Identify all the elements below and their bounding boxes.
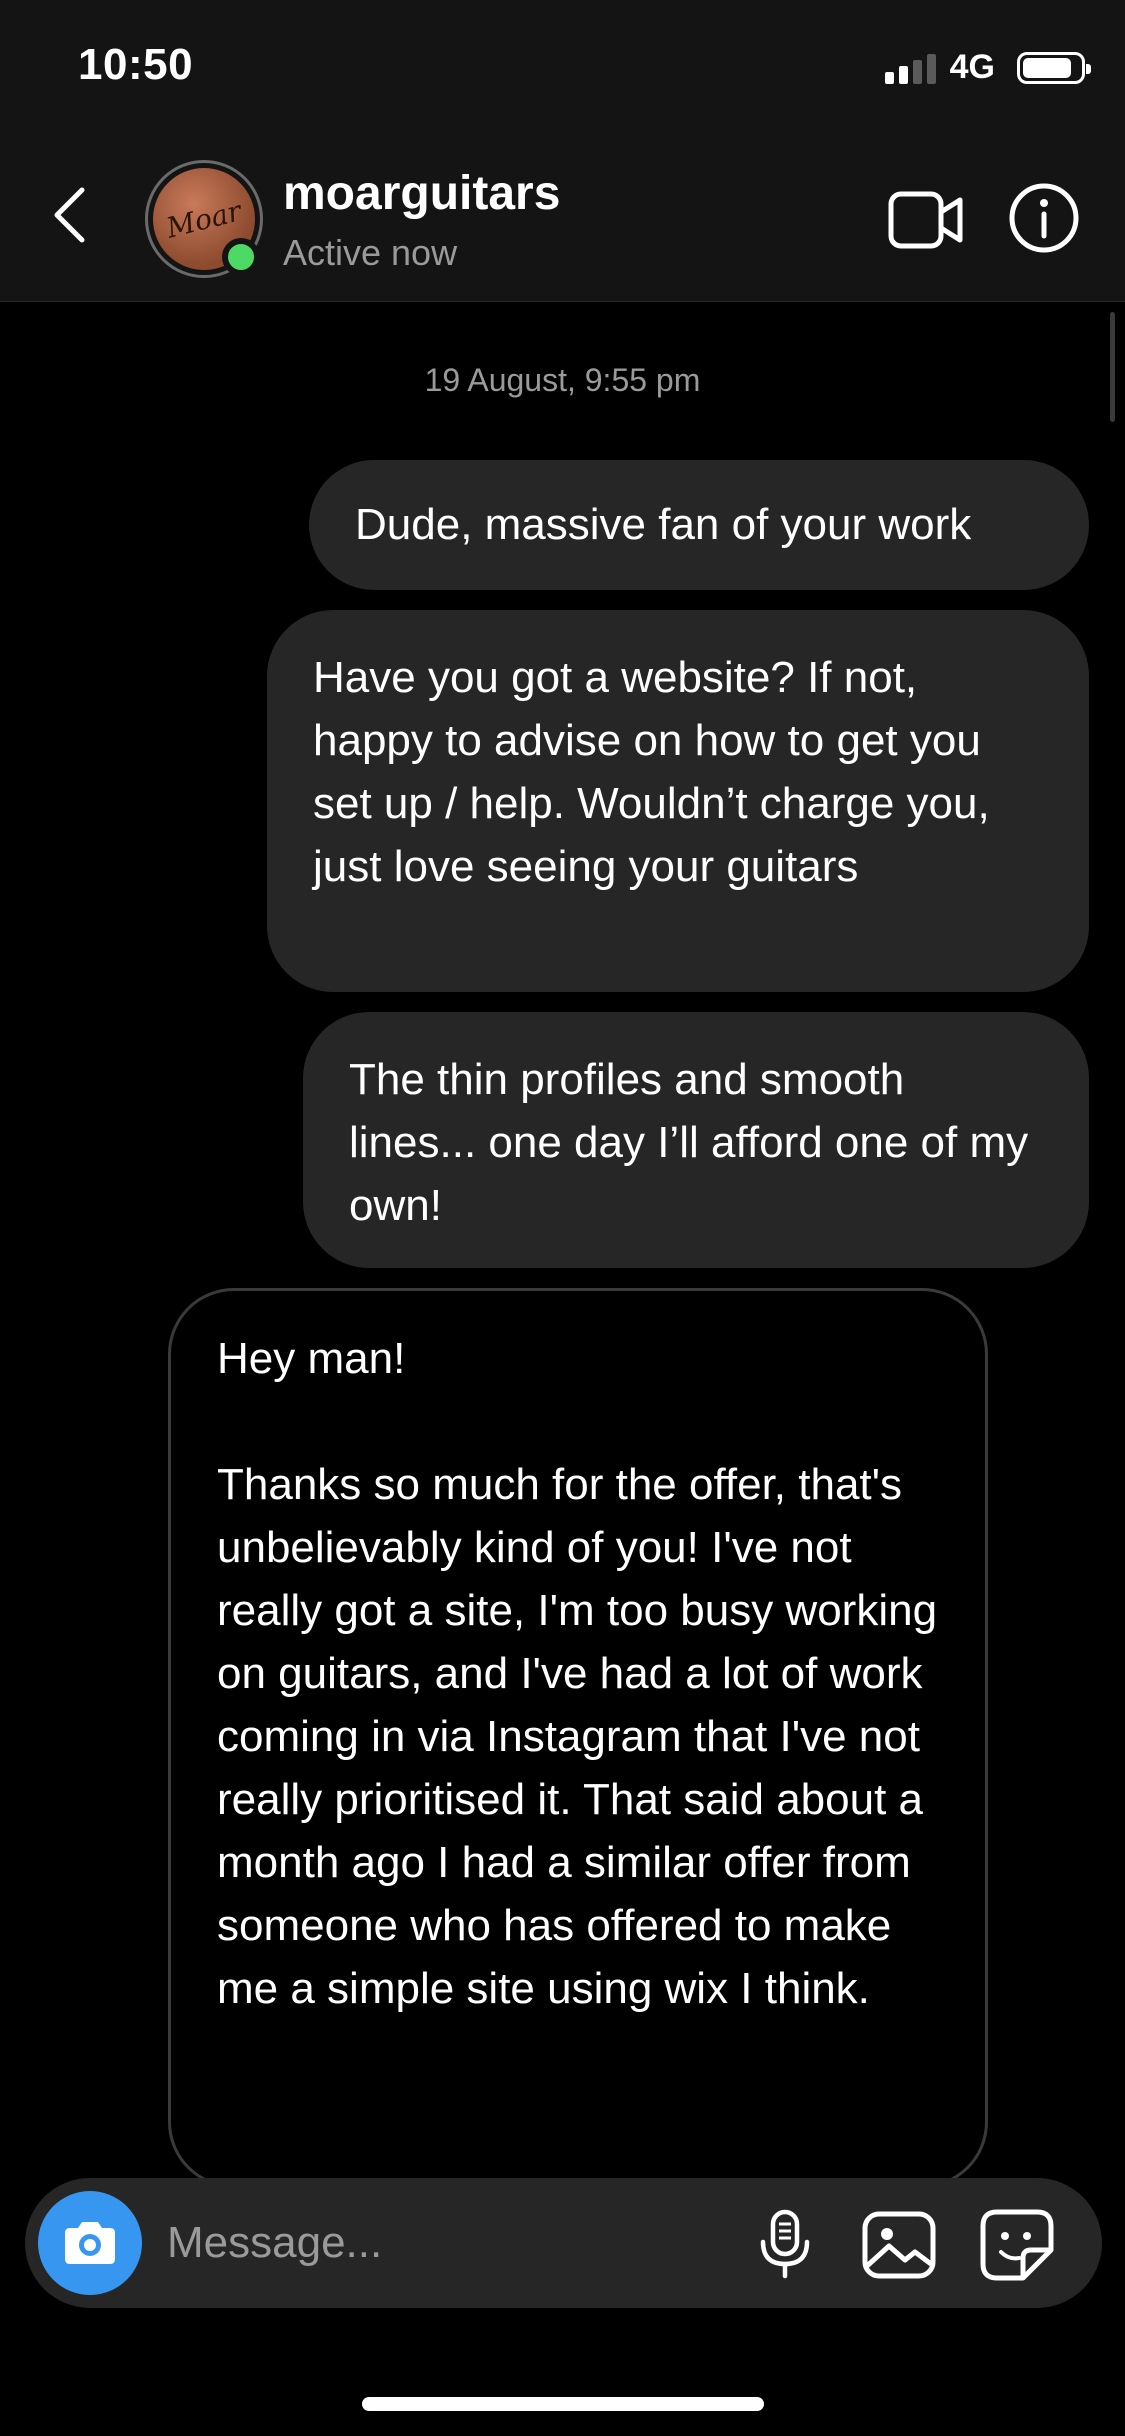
message-bubble-received[interactable]: Hey man! Thanks so much for the offer, t…	[168, 1288, 988, 2188]
avatar-logo: Moar	[163, 193, 245, 245]
online-indicator	[222, 238, 260, 276]
signal-icon	[884, 52, 936, 84]
home-indicator[interactable]	[362, 2397, 764, 2411]
message-composer	[25, 2178, 1102, 2308]
battery-icon	[1017, 51, 1091, 84]
video-call-icon	[888, 191, 963, 249]
date-separator: 19 August, 9:55 pm	[424, 362, 701, 398]
username[interactable]: moarguitars	[283, 166, 560, 221]
camera-icon	[65, 2222, 115, 2264]
message-bubble-sent[interactable]: Have you got a website? If not, happy to…	[267, 610, 1089, 992]
sticker-button[interactable]	[979, 2208, 1055, 2282]
back-button[interactable]	[44, 180, 94, 250]
back-chevron-icon	[54, 187, 85, 243]
status-time: 10:50	[78, 40, 194, 89]
microphone-button[interactable]	[755, 2208, 815, 2280]
message-bubble-sent[interactable]: Dude, massive fan of your work	[309, 460, 1089, 590]
gallery-button[interactable]	[861, 2210, 937, 2280]
info-icon	[1009, 183, 1079, 253]
sticker-icon	[980, 2209, 1054, 2281]
video-call-button[interactable]	[888, 190, 964, 250]
active-status: Active now	[283, 232, 458, 273]
message-input[interactable]	[167, 2203, 727, 2283]
microphone-icon	[760, 2209, 810, 2279]
gallery-icon	[862, 2211, 936, 2279]
camera-button[interactable]	[38, 2191, 142, 2295]
message-bubble-sent[interactable]: The thin profiles and smooth lines... on…	[303, 1012, 1089, 1268]
network-type: 4G	[949, 48, 995, 86]
dm-screen: 10:50 4G Moar moarguitars Active now 19 …	[0, 0, 1125, 2436]
info-button[interactable]	[1008, 182, 1080, 254]
status-indicators: 4G	[884, 48, 1091, 87]
